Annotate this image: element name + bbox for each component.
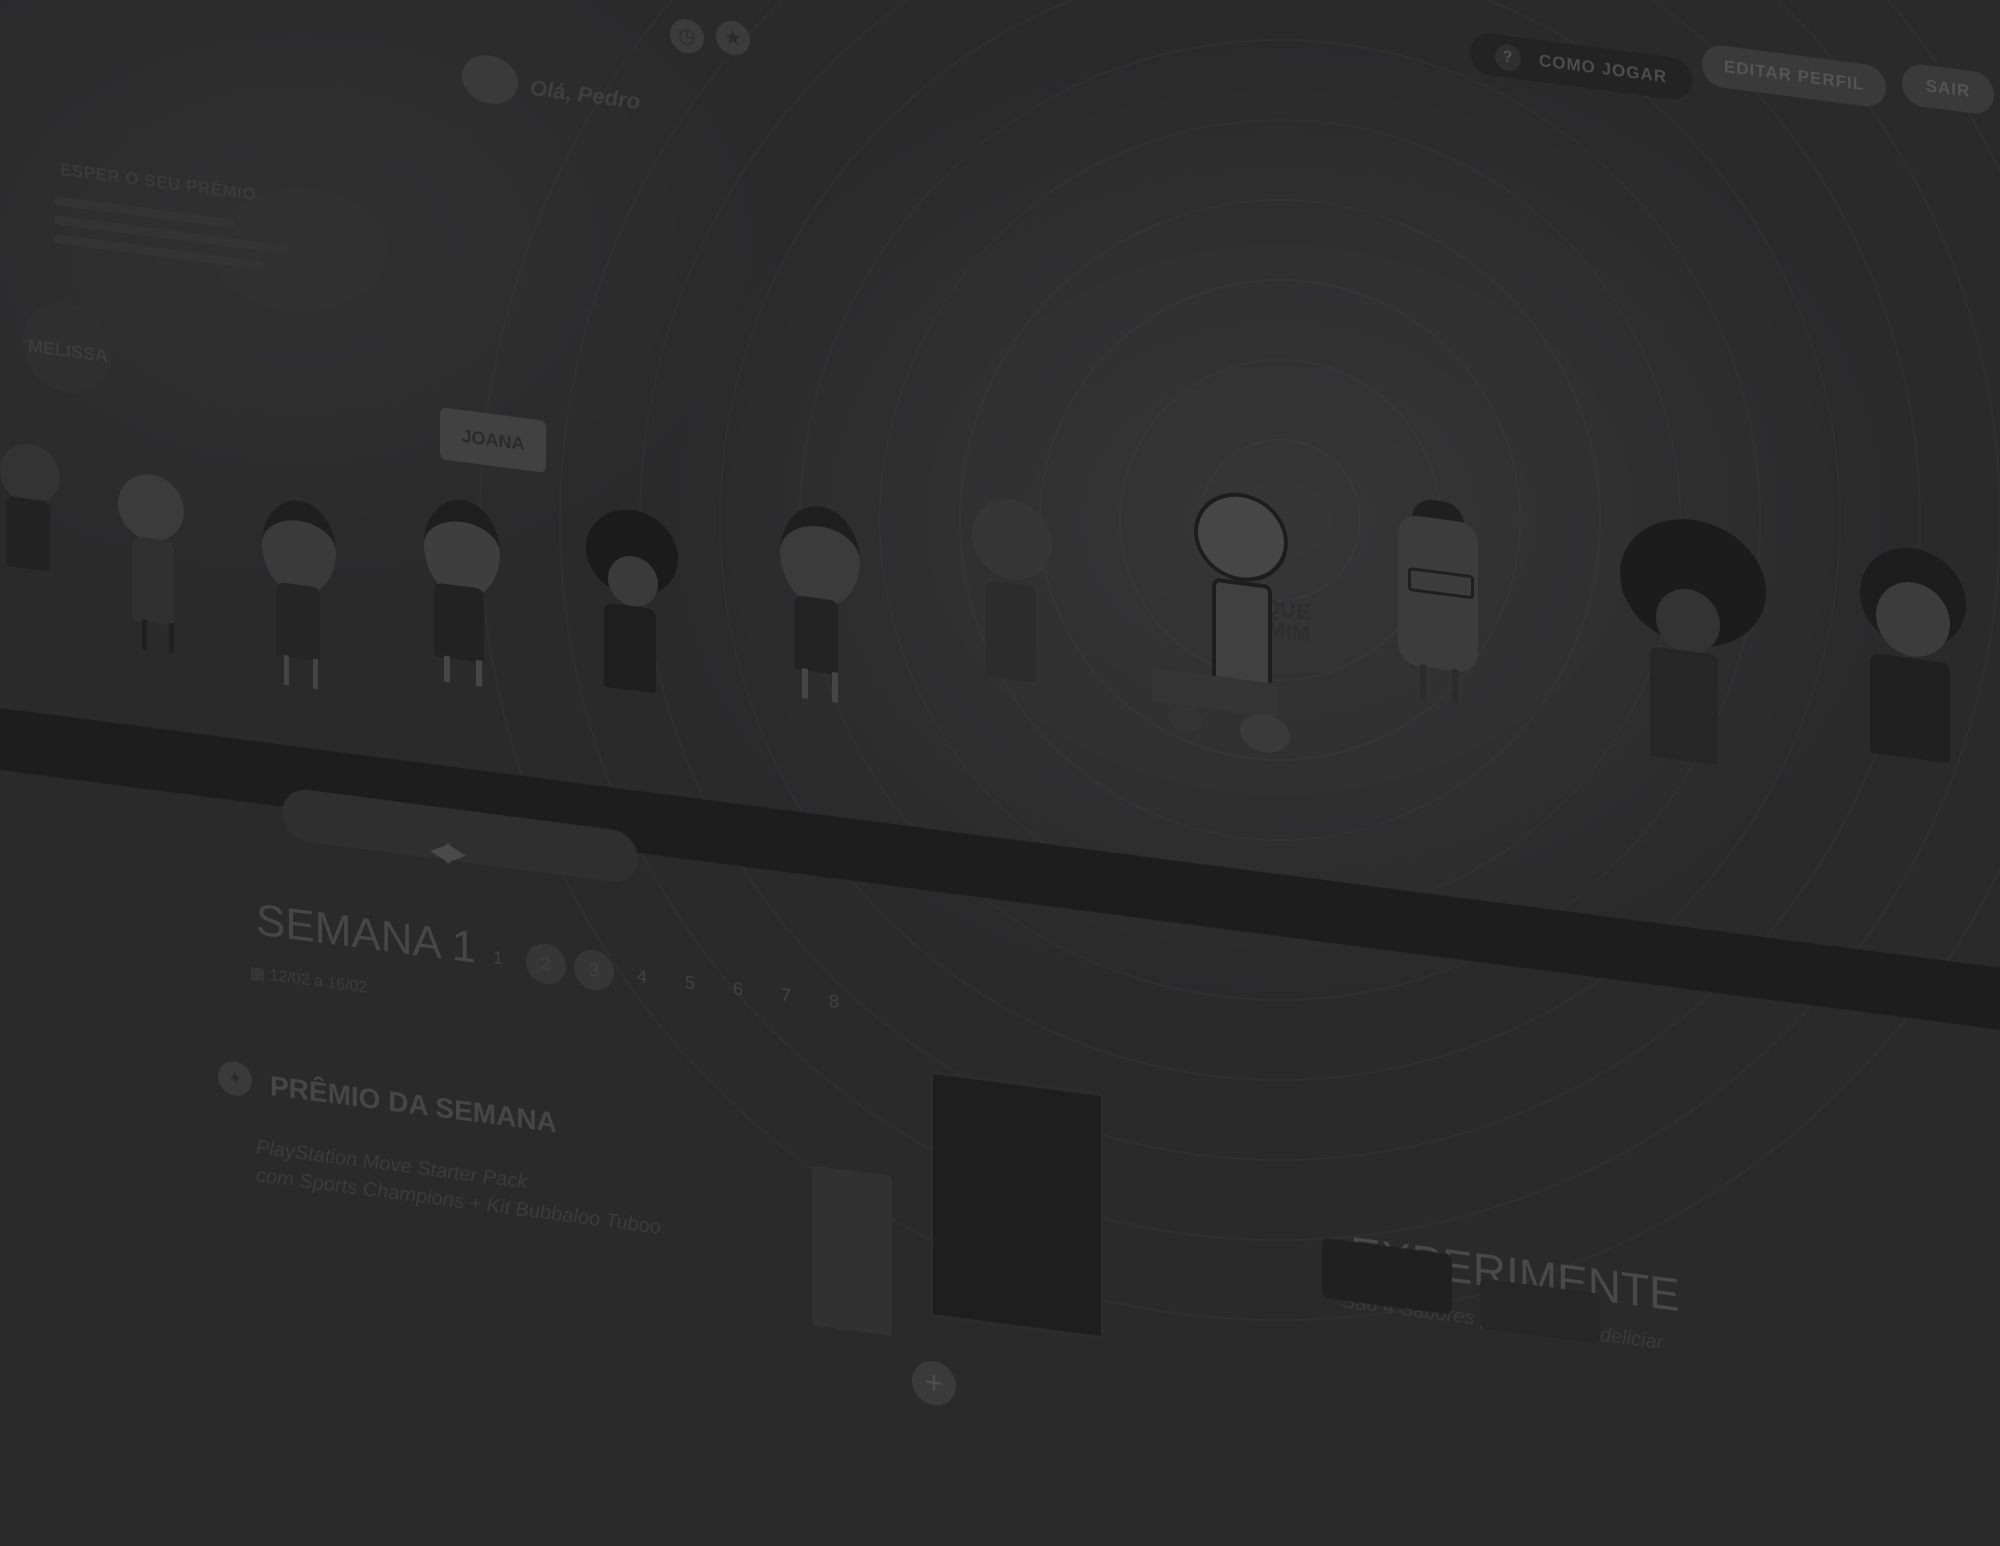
plus-icon[interactable]: + <box>912 1358 956 1409</box>
question-icon: ? <box>1494 43 1521 73</box>
prize-description: PlayStation Move Starter Pack com Sports… <box>256 1133 661 1242</box>
melissa-label: MELISSA <box>28 335 109 367</box>
week-dates-text: 12/02 a 16/02 <box>269 967 368 997</box>
page-6-button[interactable]: 6 <box>718 966 758 1011</box>
prize-title: PRÊMIO DA SEMANA <box>270 1070 557 1139</box>
logout-label: SAIR <box>1925 76 1971 101</box>
prize-product-image <box>812 1165 892 1336</box>
week-title: SEMANA 1 <box>256 895 477 973</box>
page-8-button[interactable]: 8 <box>814 979 854 1024</box>
page-4-button[interactable]: 4 <box>622 954 662 999</box>
edit-profile-label: EDITAR PERFIL <box>1723 56 1865 95</box>
how-to-play-label: COMO JOGAR <box>1538 50 1668 87</box>
intro-text-lines <box>54 190 304 285</box>
page-2-button[interactable]: 2 <box>526 941 566 987</box>
playstation-pack-image <box>930 1070 1104 1340</box>
page-7-button[interactable]: 7 <box>766 972 806 1017</box>
joana-label: JOANA <box>461 425 525 455</box>
game-screen: Olá, Pedro ◷ ★ ? COMO JOGAR EDITAR PERFIL… <box>0 0 2000 1546</box>
character-name-bubble: JOANA <box>440 407 546 473</box>
greeting-text: Olá, Pedro <box>530 74 641 115</box>
left-right-arrows-icon[interactable]: ◀▶ <box>430 834 462 869</box>
week-dates: ▦ 12/02 a 16/02 <box>250 962 367 997</box>
trophy-icon: ✦ <box>218 1059 252 1098</box>
page-5-button[interactable]: 5 <box>670 960 710 1005</box>
page-1-button[interactable]: 1 <box>478 935 518 980</box>
page-3-button[interactable]: 3 <box>574 947 614 993</box>
character-melissa-marker[interactable]: MELISSA <box>22 296 112 399</box>
calendar-icon: ▦ <box>250 964 266 984</box>
